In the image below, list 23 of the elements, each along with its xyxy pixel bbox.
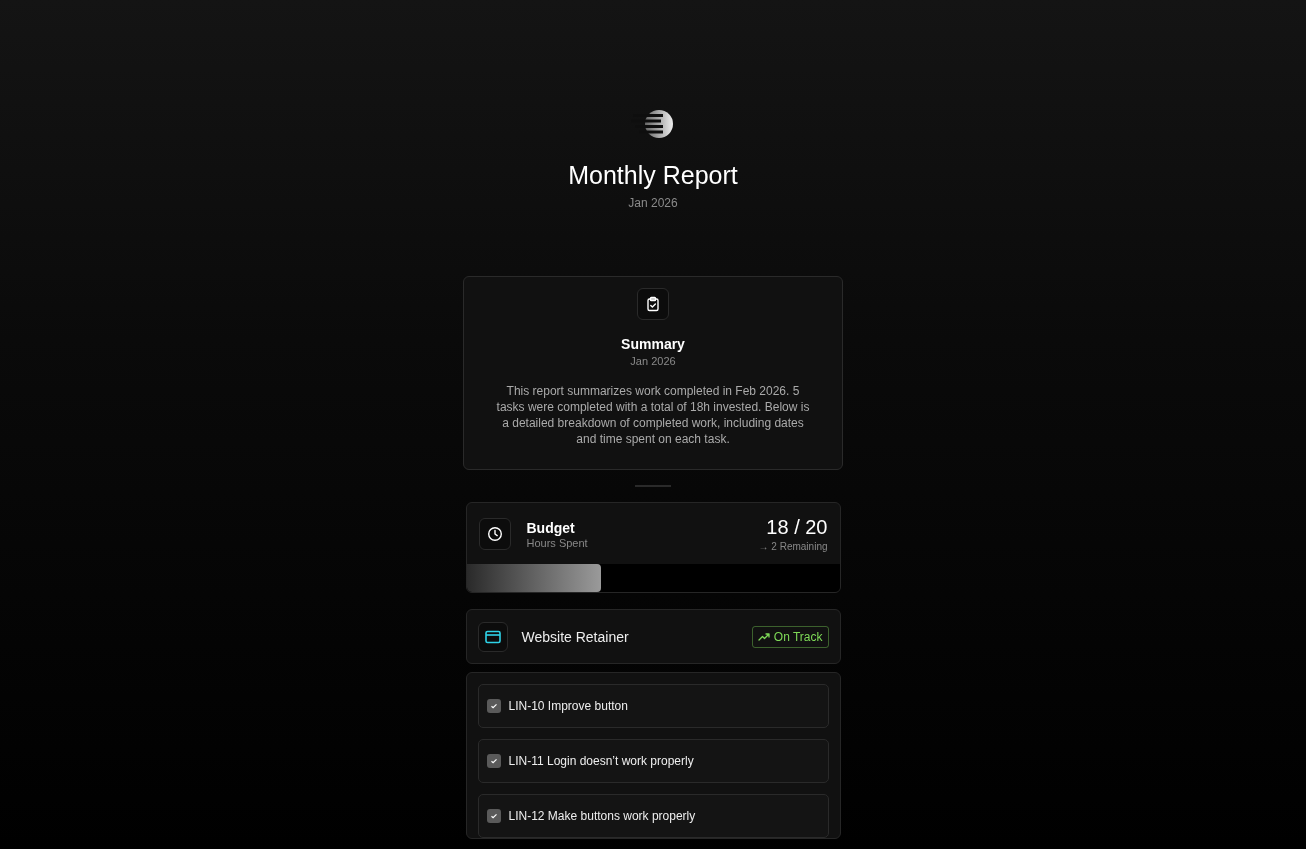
budget-title: Budget (526, 519, 576, 536)
checkbox[interactable] (486, 699, 501, 713)
project-name: Website Retainer (521, 628, 630, 645)
summary-date: Jan 2026 (630, 355, 676, 367)
check-icon (489, 812, 498, 820)
task-label: LIN-10 Improve button (508, 699, 628, 713)
report-date: Jan 2026 (628, 196, 678, 210)
check-icon (489, 757, 498, 765)
budget-subtitle: Hours Spent (526, 536, 589, 549)
checkbox[interactable] (486, 754, 501, 768)
hours-remaining: → 2 Remaining (758, 541, 828, 552)
check-icon (489, 702, 498, 710)
clipboard-check-icon (637, 288, 669, 320)
status-badge: On Track (751, 625, 829, 648)
checkbox[interactable] (486, 809, 501, 823)
report-title: Monthly Report (568, 160, 738, 190)
summary-text: This report summarizes work completed in Feb 2026. 5 tasks were completed with a total of 18h invested. Below is a detailed breakdown of completed work, including dates and time spent on each task. (495, 383, 811, 447)
task-label: LIN-11 Login doesn’t work properly (508, 754, 694, 768)
task-label: LIN-12 Make buttons work properly (508, 809, 696, 823)
clock-icon (478, 518, 511, 550)
browser-window-icon (477, 621, 508, 652)
hours-value: 18 / 20 (765, 516, 828, 539)
summary-title: Summary (621, 336, 685, 352)
